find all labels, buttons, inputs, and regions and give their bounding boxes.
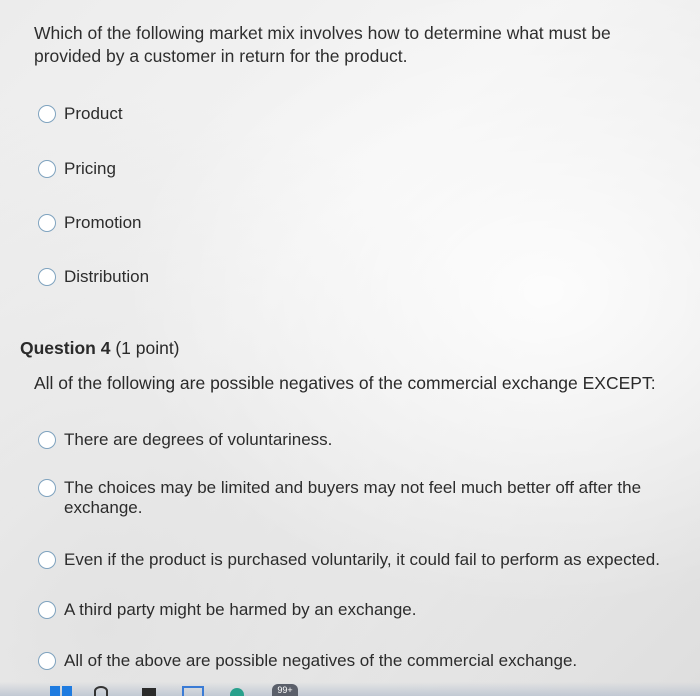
option-third-party[interactable]: A third party might be harmed by an exch… xyxy=(38,600,416,620)
option-label: The choices may be limited and buyers ma… xyxy=(64,478,642,517)
option-fail-to-perform[interactable]: Even if the product is purchased volunta… xyxy=(38,550,660,570)
option-label: All of the above are possible negatives … xyxy=(64,651,578,670)
option-promotion[interactable]: Promotion xyxy=(38,213,141,233)
option-label: There are degrees of voluntariness. xyxy=(64,430,333,449)
radio-button[interactable] xyxy=(38,268,56,286)
option-product[interactable]: Product xyxy=(38,104,123,124)
notification-badge[interactable]: 99+ xyxy=(272,684,298,696)
radio-button[interactable] xyxy=(38,160,56,178)
radio-button[interactable] xyxy=(38,551,56,569)
option-label: Even if the product is purchased volunta… xyxy=(64,550,660,569)
question-4-title: Question 4 xyxy=(20,338,111,358)
option-label: Distribution xyxy=(64,267,150,286)
taskbar: 99+ xyxy=(0,682,700,696)
option-label: Product xyxy=(64,104,123,123)
option-label: Pricing xyxy=(64,159,116,178)
windows-icon[interactable] xyxy=(50,686,72,696)
option-voluntariness[interactable]: There are degrees of voluntariness. xyxy=(38,430,332,450)
question-4-points: (1 point) xyxy=(115,338,180,358)
option-label: Promotion xyxy=(64,213,142,232)
radio-button[interactable] xyxy=(38,431,56,449)
option-distribution[interactable]: Distribution xyxy=(38,267,149,287)
edge-icon[interactable] xyxy=(230,688,244,696)
radio-button[interactable] xyxy=(38,601,56,619)
question-4-text: All of the following are possible negati… xyxy=(34,373,656,393)
option-all-of-the-above[interactable]: All of the above are possible negatives … xyxy=(38,651,577,671)
option-label: A third party might be harmed by an exch… xyxy=(64,600,417,619)
search-icon[interactable] xyxy=(94,686,108,696)
option-limited-choices[interactable]: The choices may be limited and buyers ma… xyxy=(38,478,674,518)
store-icon[interactable] xyxy=(182,686,204,696)
radio-button[interactable] xyxy=(38,652,56,670)
radio-button[interactable] xyxy=(38,105,56,123)
radio-button[interactable] xyxy=(38,214,56,232)
option-pricing[interactable]: Pricing xyxy=(38,159,116,179)
question-4-header: Question 4 (1 point) xyxy=(20,338,180,359)
radio-button[interactable] xyxy=(38,479,56,497)
task-view-icon[interactable] xyxy=(142,688,156,696)
question-3-text: Which of the following market mix involv… xyxy=(34,23,611,66)
